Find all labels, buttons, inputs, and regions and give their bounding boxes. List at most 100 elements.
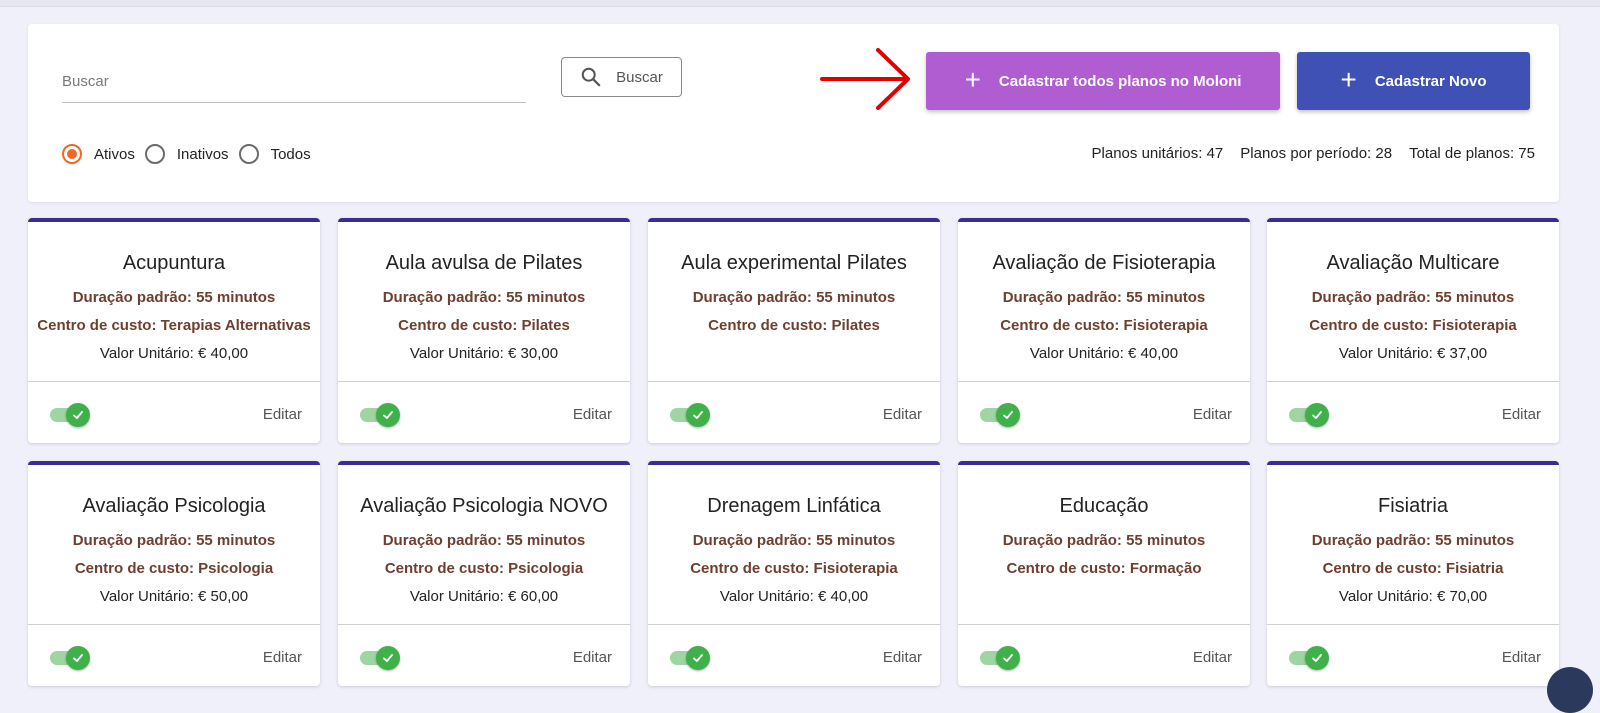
plus-icon: + (964, 63, 981, 95)
active-toggle[interactable] (980, 403, 1020, 427)
edit-button[interactable]: Editar (1193, 406, 1232, 423)
search-field[interactable] (62, 66, 526, 103)
card-divider (28, 381, 320, 382)
plan-duration: Duração padrão: 55 minutos (72, 289, 276, 306)
check-icon (376, 646, 400, 670)
plan-name: Avaliação Psicologia (82, 495, 266, 517)
plan-card: Avaliação de Fisioterapia Duração padrão:… (958, 218, 1250, 443)
check-icon (66, 646, 90, 670)
plan-cost-center: Centro de custo: Pilates (398, 317, 570, 334)
plan-cost-center: Centro de custo: Psicologia (384, 560, 584, 577)
total-plans-count: Total de planos: 75 (1409, 145, 1535, 162)
plan-card: Aula avulsa de Pilates Duração padrão: 55… (338, 218, 630, 443)
floating-widget[interactable] (1547, 667, 1593, 713)
filter-panel: Buscar + Cadastrar todos planos no Molon… (28, 24, 1559, 202)
check-icon (686, 403, 710, 427)
plan-name: Drenagem Linfática (707, 495, 881, 517)
card-divider (648, 381, 940, 382)
plan-card: Avaliação Psicologia NOVO Duração padrão:… (338, 461, 630, 686)
plan-card: Aula experimental Pilates Duração padrão:… (648, 218, 940, 443)
plan-duration: Duração padrão: 55 minutos (692, 532, 896, 549)
plan-cost-center: Centro de custo: Formação (1006, 560, 1202, 577)
edit-button[interactable]: Editar (573, 649, 612, 666)
edit-button[interactable]: Editar (263, 406, 302, 423)
card-divider (648, 624, 940, 625)
register-new-label: Cadastrar Novo (1374, 72, 1487, 90)
search-button[interactable]: Buscar (561, 57, 682, 97)
top-bar-edge (0, 0, 1600, 7)
radio-inativos[interactable]: Inativos (144, 144, 229, 164)
search-input[interactable] (62, 66, 526, 96)
card-divider (958, 381, 1250, 382)
edit-button[interactable]: Editar (1193, 649, 1232, 666)
radio-label: Todos (270, 145, 311, 163)
radio-label: Ativos (94, 145, 135, 163)
plus-icon: + (1340, 63, 1357, 95)
plan-unit-value: Valor Unitário: € 40,00 (719, 588, 869, 605)
search-button-label: Buscar (616, 68, 663, 86)
plan-counts: Planos unitários: 47 Planos por período:… (1092, 145, 1535, 162)
edit-button[interactable]: Editar (883, 649, 922, 666)
active-toggle[interactable] (360, 646, 400, 670)
card-divider (1267, 381, 1559, 382)
register-all-moloni-button[interactable]: + Cadastrar todos planos no Moloni (926, 52, 1280, 110)
period-plans-count: Planos por período: 28 (1240, 145, 1393, 162)
edit-button[interactable]: Editar (1502, 649, 1541, 666)
plan-duration: Duração padrão: 55 minutos (692, 289, 896, 306)
plan-duration: Duração padrão: 55 minutos (382, 289, 586, 306)
plan-name: Aula experimental Pilates (681, 252, 907, 274)
radio-unchecked-icon[interactable] (144, 144, 165, 164)
register-new-button[interactable]: + Cadastrar Novo (1297, 52, 1530, 110)
plan-cost-center: Centro de custo: Fisioterapia (1000, 317, 1208, 334)
plan-unit-value: Valor Unitário: € 40,00 (1029, 345, 1179, 362)
check-icon (1305, 403, 1329, 427)
plan-name: Aula avulsa de Pilates (385, 252, 583, 274)
plan-duration: Duração padrão: 55 minutos (382, 532, 586, 549)
plan-unit-value: Valor Unitário: € 37,00 (1338, 345, 1488, 362)
check-icon (376, 403, 400, 427)
active-toggle[interactable] (670, 646, 710, 670)
radio-checked-icon[interactable] (62, 144, 82, 164)
card-divider (28, 624, 320, 625)
plan-card: Fisiatria Duração padrão: 55 minutos Centr… (1267, 461, 1559, 686)
edit-button[interactable]: Editar (1502, 406, 1541, 423)
plan-cost-center: Centro de custo: Fisiatria (1322, 560, 1504, 577)
active-toggle[interactable] (1289, 403, 1329, 427)
plan-name: Educação (1059, 495, 1149, 517)
annotation-arrow-icon (820, 48, 910, 110)
card-divider (958, 624, 1250, 625)
active-toggle[interactable] (980, 646, 1020, 670)
plan-duration: Duração padrão: 55 minutos (72, 532, 276, 549)
radio-unchecked-icon[interactable] (238, 144, 259, 164)
plan-duration: Duração padrão: 55 minutos (1311, 289, 1515, 306)
plan-card: Avaliação Psicologia Duração padrão: 55 m… (28, 461, 320, 686)
plan-name: Avaliação Multicare (1326, 252, 1500, 274)
plan-name: Avaliação Psicologia NOVO (360, 495, 608, 517)
check-icon (686, 646, 710, 670)
edit-button[interactable]: Editar (883, 406, 922, 423)
plan-card: Acupuntura Duração padrão: 55 minutos Cent… (28, 218, 320, 443)
search-icon (581, 67, 601, 87)
plan-card: Drenagem Linfática Duração padrão: 55 min… (648, 461, 940, 686)
plan-cost-center: Centro de custo: Psicologia (74, 560, 274, 577)
plan-cost-center: Centro de custo: Fisioterapia (1309, 317, 1517, 334)
active-toggle[interactable] (360, 403, 400, 427)
plan-duration: Duração padrão: 55 minutos (1002, 289, 1206, 306)
check-icon (66, 403, 90, 427)
active-toggle[interactable] (50, 403, 90, 427)
edit-button[interactable]: Editar (263, 649, 302, 666)
active-toggle[interactable] (50, 646, 90, 670)
active-toggle[interactable] (1289, 646, 1329, 670)
card-divider (1267, 624, 1559, 625)
plan-card: Educação Duração padrão: 55 minutos Centro… (958, 461, 1250, 686)
plan-name: Fisiatria (1377, 495, 1448, 517)
radio-ativos[interactable]: Ativos (62, 144, 135, 164)
edit-button[interactable]: Editar (573, 406, 612, 423)
plan-unit-value: Valor Unitário: € 30,00 (409, 345, 559, 362)
plan-unit-value: Valor Unitário: € 40,00 (99, 345, 249, 362)
active-toggle[interactable] (670, 403, 710, 427)
card-divider (338, 381, 630, 382)
radio-todos[interactable]: Todos (238, 144, 311, 164)
plan-duration: Duração padrão: 55 minutos (1311, 532, 1515, 549)
check-icon (1305, 646, 1329, 670)
